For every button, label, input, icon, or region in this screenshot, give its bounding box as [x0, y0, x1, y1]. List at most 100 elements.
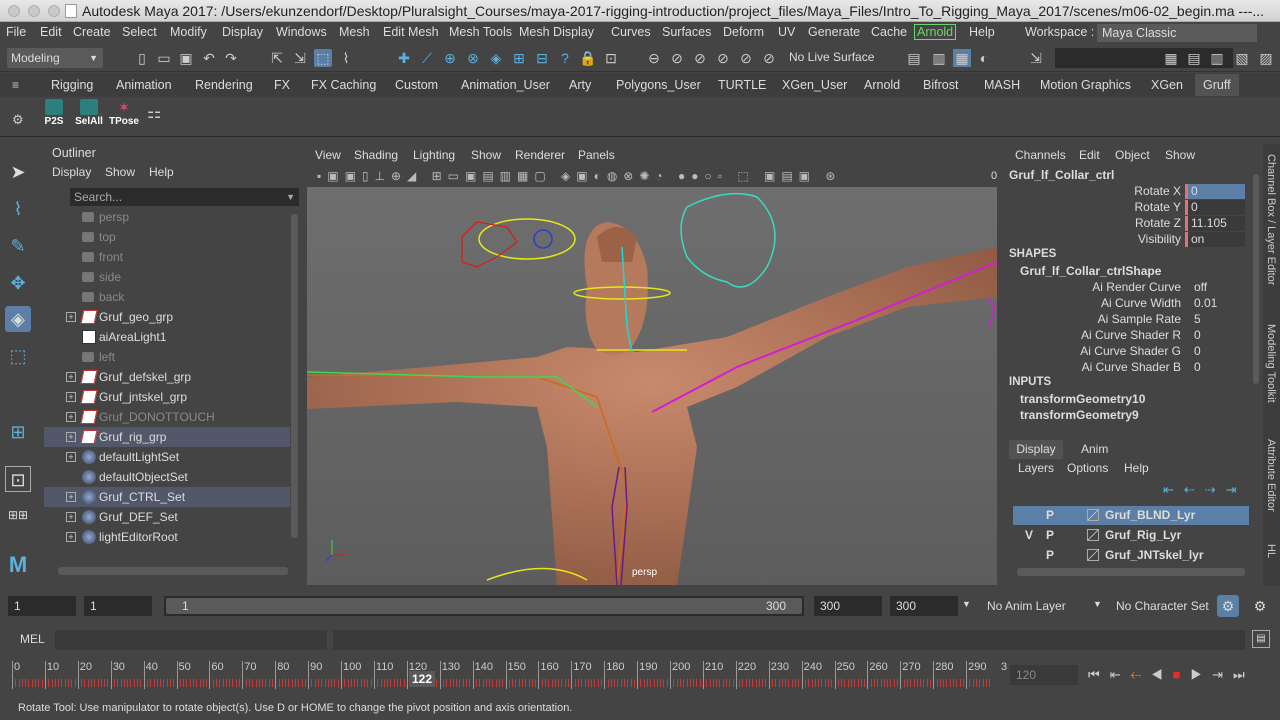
channel-value-visibility[interactable]: on [1185, 232, 1245, 247]
input-node-2[interactable]: transformGeometry9 [1020, 408, 1139, 422]
history-icon[interactable]: ⊟ [533, 49, 551, 67]
outliner-item-defaultlightset[interactable]: + defaultLightSet [44, 447, 290, 467]
time-slider[interactable]: 0 10 20 30 40 50 60 70 80 90 100 110 120 130 140 150 160… [0, 657, 1280, 693]
attribute-editor-icon[interactable]: ▦ [1162, 49, 1180, 67]
viewport-menu-show[interactable]: Show [471, 148, 501, 162]
channel-value-rotate-z[interactable]: 11.105 [1185, 216, 1245, 231]
hl-side-tab[interactable]: HL [1265, 544, 1277, 558]
shelf-tab-xgen-user[interactable]: XGen_User [782, 78, 847, 92]
outliner-item-gruf-donottouch[interactable]: + Gruf_DONOTTOUCH [44, 407, 290, 427]
playback-start-field[interactable]: 1 [84, 596, 152, 616]
outliner-item-front[interactable]: front [44, 247, 290, 267]
snap-point-icon[interactable]: ⊕ [441, 49, 459, 67]
menu-edit[interactable]: Edit [40, 25, 62, 39]
layer-hscrollbar[interactable] [1017, 568, 1245, 576]
animation-end-field[interactable]: 300 [890, 596, 958, 616]
select-component-icon[interactable]: ⬚ [314, 49, 332, 67]
menu-uv[interactable]: UV [778, 25, 795, 39]
viewport-menu-lighting[interactable]: Lighting [413, 148, 455, 162]
attribute-editor-side-tab[interactable]: Attribute Editor [1265, 439, 1277, 512]
menu-generate[interactable]: Generate [808, 25, 860, 39]
select-object-icon[interactable]: ⇲ [291, 49, 309, 67]
close-window-button[interactable] [8, 5, 20, 17]
expand-icon[interactable]: + [66, 492, 76, 502]
shape-attr-label[interactable]: Ai Render Curve [1092, 280, 1181, 294]
snap-together-icon[interactable]: ⊘ [668, 49, 686, 67]
layer-menu-options[interactable]: Options [1067, 461, 1108, 475]
four-pane-icon[interactable]: ⊞⊞ [5, 502, 31, 528]
panel-toolbar[interactable]: ▪▣▣▯⊥⊕◢ ⊞▭▣▤▥▦▢ ◈▣◐◍⊗✺◔ ●●○▫ ⬚ ▣▤▣ ⊛ [305, 166, 999, 187]
step-forward-key-icon[interactable]: ⇥ [1212, 667, 1233, 682]
snap-live-icon[interactable]: ⊞ [510, 49, 528, 67]
magnet-icon[interactable]: ⊖ [645, 49, 663, 67]
play-forward-icon[interactable]: ▶ [1190, 667, 1212, 682]
chevron-down-icon[interactable]: ▼ [286, 188, 295, 206]
modeling-toolkit-side-tab[interactable]: Modeling Toolkit [1265, 324, 1277, 403]
last-tool-icon[interactable]: ⊞ [5, 419, 31, 445]
viewport-menu-renderer[interactable]: Renderer [515, 148, 565, 162]
expand-icon[interactable]: + [66, 432, 76, 442]
snap-align-icon[interactable]: ⊘ [691, 49, 709, 67]
viewport-menu-shading[interactable]: Shading [354, 148, 398, 162]
lock-icon[interactable]: 🔒 [579, 49, 597, 67]
shelf-tab-fx[interactable]: FX [274, 78, 290, 92]
layer-row[interactable]: V P Gruf_Rig_Lyr [1013, 526, 1249, 545]
expand-icon[interactable]: + [66, 392, 76, 402]
expand-icon[interactable]: + [66, 452, 76, 462]
expand-icon[interactable]: + [66, 532, 76, 542]
shelf-tab-custom[interactable]: Custom [395, 78, 438, 92]
go-to-end-icon[interactable]: ⏭ [1233, 667, 1255, 682]
outliner-menu-display[interactable]: Display [52, 165, 91, 179]
menu-windows[interactable]: Windows [276, 25, 327, 39]
scale-tool-icon[interactable]: ⬚ [5, 343, 31, 369]
outliner-item-side[interactable]: side [44, 267, 290, 287]
layer-action-icons[interactable]: ⇤⇠⇢⇥ [1163, 482, 1247, 498]
channelbox-menu-object[interactable]: Object [1115, 148, 1150, 162]
single-pane-icon[interactable]: ⊡ [5, 466, 31, 492]
paint-select-icon[interactable]: ✎ [5, 233, 31, 259]
play-backward-icon[interactable]: ◀ [1151, 667, 1173, 682]
shelf-settings-icon[interactable]: ⚙ [12, 112, 26, 127]
expand-icon[interactable]: + [66, 372, 76, 382]
channelbox-menu-show[interactable]: Show [1165, 148, 1195, 162]
select-tool-icon[interactable]: ➤ [5, 159, 31, 185]
expand-icon[interactable]: + [66, 312, 76, 322]
layer-row[interactable]: P Gruf_JNTskel_lyr [1013, 546, 1249, 565]
shape-attr-value[interactable]: 0 [1191, 360, 1251, 375]
layer-menu-help[interactable]: Help [1124, 461, 1149, 475]
outliner-item-gruf-geo-grp[interactable]: + Gruf_geo_grp [44, 307, 290, 327]
layer-name[interactable]: Gruf_Rig_Lyr [1105, 526, 1181, 545]
outliner-search-input[interactable]: Search... ▼ [70, 188, 299, 206]
range-slider-handle[interactable] [166, 598, 802, 614]
menu-create[interactable]: Create [73, 25, 111, 39]
expand-icon[interactable]: + [66, 512, 76, 522]
menu-cache[interactable]: Cache [871, 25, 907, 39]
tab-anim[interactable]: Anim [1081, 442, 1108, 456]
shape-attr-value[interactable]: 0 [1191, 344, 1251, 359]
tool-settings-icon[interactable]: ▤ [1185, 49, 1203, 67]
select-hierarchy-icon[interactable]: ⇱ [268, 49, 286, 67]
anim-prefs-icon[interactable]: ⚙ [1249, 595, 1271, 617]
channel-value-rotate-y[interactable]: 0 [1185, 200, 1245, 215]
script-editor-icon[interactable]: ▤ [1252, 630, 1270, 648]
shape-attr-label[interactable]: Ai Sample Rate [1098, 312, 1181, 326]
outliner-item-persp[interactable]: persp [44, 207, 290, 227]
step-back-frame-icon[interactable]: ⇠ [1131, 667, 1151, 682]
channel-box-side-tab[interactable]: Channel Box / Layer Editor [1265, 154, 1277, 285]
channelbox-scrollbar[interactable] [1253, 174, 1259, 384]
snap-normal-icon[interactable]: ⊘ [714, 49, 732, 67]
render-settings-icon[interactable]: ▦ [953, 49, 971, 67]
save-scene-icon[interactable]: ▣ [177, 49, 195, 67]
expand-icon[interactable]: + [66, 412, 76, 422]
symmetry-icon[interactable]: ? [556, 49, 574, 67]
layer-playback-toggle[interactable]: P [1041, 546, 1059, 565]
channel-label-rotate-x[interactable]: Rotate X [1134, 184, 1181, 198]
channel-value-rotate-x[interactable]: 0 [1185, 184, 1245, 199]
outliner-item-top[interactable]: top [44, 227, 290, 247]
outliner-vscrollbar[interactable] [291, 214, 298, 538]
go-to-start-icon[interactable]: ⏮ [1088, 667, 1110, 682]
redo-icon[interactable]: ↷ [222, 49, 240, 67]
shape-attr-label[interactable]: Ai Curve Shader G [1080, 344, 1181, 358]
outliner-menu-help[interactable]: Help [149, 165, 174, 179]
shelf-tab-arnold[interactable]: Arnold [864, 78, 900, 92]
